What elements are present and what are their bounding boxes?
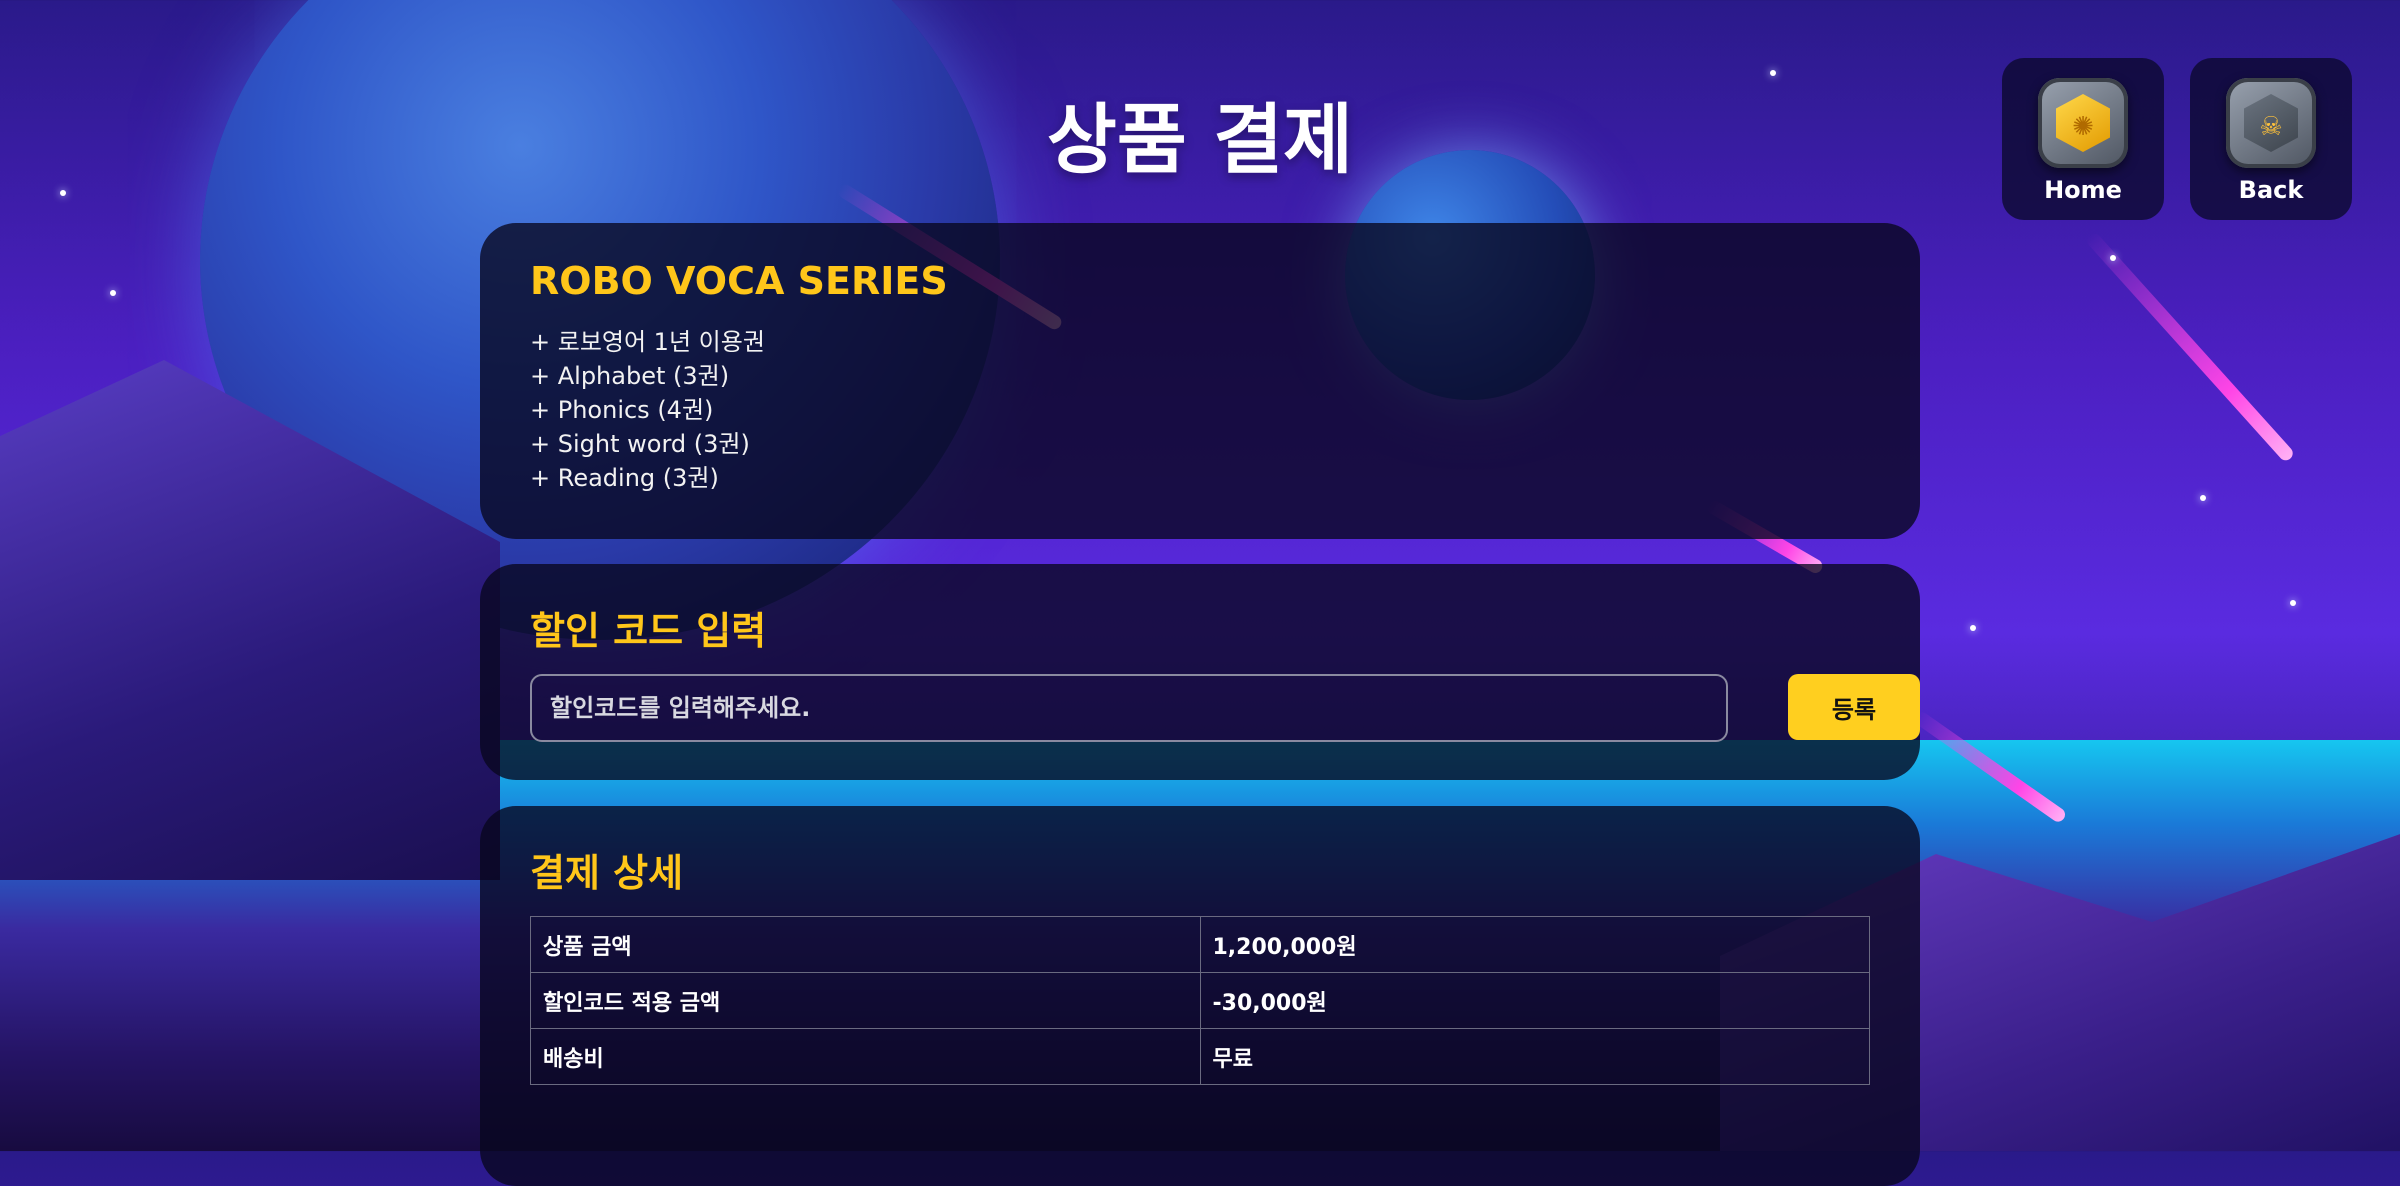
- row-label: 상품 금액: [530, 916, 1201, 973]
- home-button-label: Home: [2044, 176, 2122, 204]
- payment-detail-table: 상품 금액 1,200,000원 할인코드 적용 금액 -30,000원 배송비…: [530, 916, 1870, 1085]
- feature-item: + Reading (3권): [530, 464, 719, 492]
- home-badge-icon: ✺: [2038, 78, 2128, 168]
- meteor: [2084, 230, 2296, 464]
- row-value: 무료: [1199, 1028, 1870, 1085]
- feature-item: + 로보영어 1년 이용권: [530, 328, 765, 356]
- feature-item: + Alphabet (3권): [530, 362, 730, 390]
- star: [2110, 255, 2116, 261]
- product-title: ROBO VOCA SERIES: [530, 259, 948, 303]
- payment-detail-panel: 결제 상세 상품 금액 1,200,000원 할인코드 적용 금액 -30,00…: [480, 806, 1920, 1186]
- feature-item: + Sight word (3권): [530, 430, 750, 458]
- coupon-title: 할인 코드 입력: [530, 609, 767, 653]
- star: [2200, 495, 2206, 501]
- row-label: 할인코드 적용 금액: [530, 972, 1201, 1029]
- skull-icon: ☠: [2259, 112, 2283, 142]
- row-label: 배송비: [530, 1028, 1201, 1085]
- coupon-row: 등록: [530, 674, 1920, 742]
- table-row: 할인코드 적용 금액 -30,000원: [530, 972, 1870, 1029]
- home-button[interactable]: ✺ Home: [2002, 58, 2164, 220]
- coupon-submit-button[interactable]: 등록: [1788, 674, 1920, 740]
- coupon-code-input[interactable]: [530, 674, 1728, 742]
- back-button-label: Back: [2238, 176, 2304, 204]
- star: [60, 190, 66, 196]
- star: [110, 290, 116, 296]
- product-panel: ROBO VOCA SERIES + 로보영어 1년 이용권 + Alphabe…: [480, 223, 1920, 539]
- feature-item: + Phonics (4권): [530, 396, 714, 424]
- payment-detail-title: 결제 상세: [530, 851, 684, 895]
- row-value: 1,200,000원: [1199, 916, 1870, 973]
- star: [1770, 70, 1776, 76]
- table-row: 배송비 무료: [530, 1028, 1870, 1085]
- coupon-panel: 할인 코드 입력 등록: [480, 564, 1920, 780]
- table-row: 상품 금액 1,200,000원: [530, 916, 1870, 973]
- row-value: -30,000원: [1199, 972, 1870, 1029]
- back-badge-icon: ☠: [2226, 78, 2316, 168]
- star: [1970, 625, 1976, 631]
- star: [2290, 600, 2296, 606]
- gem-swirl-icon: ✺: [2072, 112, 2094, 142]
- back-button[interactable]: ☠ Back: [2190, 58, 2352, 220]
- product-feature-list: + 로보영어 1년 이용권 + Alphabet (3권) + Phonics …: [530, 325, 1870, 495]
